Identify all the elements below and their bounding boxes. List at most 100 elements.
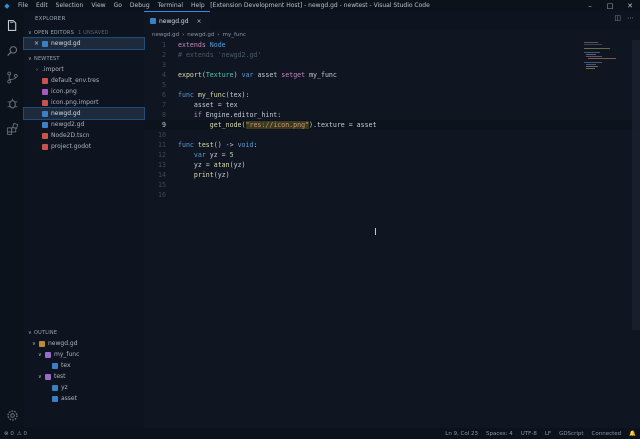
tree-item-icon-png-import[interactable]: icon.png.import [24,97,144,108]
tree-item-newgd[interactable]: newgd.gd [23,107,145,120]
menu-view[interactable]: View [87,2,109,9]
code-line: 1 extends Node [144,40,640,50]
bell-icon[interactable]: 🔔 [629,431,636,437]
outline-item-file[interactable]: ∨ newgd.gd [24,338,144,349]
minimize-icon[interactable]: – [580,0,600,11]
breadcrumb-item[interactable]: newgd.gd [152,32,179,38]
line-number: 15 [158,181,166,189]
code-line: 14 print(yz) [144,170,640,180]
tree-item-label: .import [42,66,64,73]
connection-status[interactable]: Connected [592,431,622,437]
outline-item-asset[interactable]: asset [24,393,144,404]
line-number: 11 [158,141,166,149]
tab-newgd[interactable]: newgd.gd × [144,11,210,30]
open-editor-item[interactable]: × newgd.gd [23,37,145,50]
variable-icon [52,362,58,369]
extensions-icon[interactable] [0,119,24,139]
outline-item-yz[interactable]: yz [24,382,144,393]
menu-edit[interactable]: Edit [32,2,52,9]
project-header[interactable]: ∨ NEWTEST [24,53,144,64]
outline-label: test [54,373,66,380]
outline-header[interactable]: ∨ OUTLINE [24,327,144,338]
close-icon[interactable]: × [34,40,42,47]
code-line: 2 # extends 'newgd2.gd' [144,50,640,60]
language-mode[interactable]: GDScript [559,431,583,437]
source-control-icon[interactable] [0,67,24,87]
tree-item-label: icon.png [51,88,77,95]
tab-label: newgd.gd [159,17,189,25]
chevron-right-icon: › [182,32,185,38]
vscode-icon: ◆ [4,1,10,10]
variable-icon [52,384,58,391]
line-number: 14 [158,171,166,179]
minimap[interactable] [584,42,624,72]
cursor-position[interactable]: Ln 9, Col 23 [445,431,478,437]
window-controls: – □ ✕ [580,0,640,11]
code-line: 8 if Engine.editor_hint: [144,110,640,120]
outline-label: tex [61,362,71,369]
search-icon[interactable] [0,41,24,61]
outline-item-tex[interactable]: tex [24,360,144,371]
tree-item-icon-png[interactable]: icon.png [24,86,144,97]
code-line: 15 [144,180,640,190]
gdscript-icon [42,110,48,117]
text-cursor-icon: I [374,227,377,238]
open-editors-title: OPEN EDITORS [34,29,74,36]
file-icon [42,99,48,106]
unsaved-count: 1 UNSAVED [77,29,109,36]
tree-item-project-godot[interactable]: project.godot [24,141,144,152]
code-line: 7 asset = tex [144,100,640,110]
vertical-scrollbar[interactable] [632,40,640,330]
menu-debug[interactable]: Debug [126,2,154,9]
code-line: 6 func my_func(tex): [144,90,640,100]
menu-selection[interactable]: Selection [52,2,88,9]
breadcrumb-item[interactable]: newgd.gd [187,32,214,38]
settings-gear-icon[interactable] [0,405,24,425]
method-icon [45,351,51,358]
line-number: 4 [162,71,166,79]
menu-bar: File Edit Selection View Go Debug Termin… [14,2,209,9]
encoding[interactable]: UTF-8 [521,431,537,437]
outline-item-my-func[interactable]: ∨ my_func [24,349,144,360]
chevron-down-icon: ∨ [38,373,42,380]
title-bar: ◆ File Edit Selection View Go Debug Term… [0,0,640,11]
errors-count[interactable]: ⊗ 0 [4,431,14,437]
file-icon [42,77,48,84]
code-line: 12 var yz = 5 [144,150,640,160]
outline-item-test[interactable]: ∨ test [24,371,144,382]
line-number: 10 [158,131,166,139]
outline-label: newgd.gd [48,340,78,347]
line-number: 3 [162,61,166,69]
indentation[interactable]: Spaces: 4 [486,431,513,437]
godot-icon [42,143,48,150]
tree-item-node2d[interactable]: Node2D.tscn [24,130,144,141]
editor-actions: ◫ ⋯ [614,14,634,22]
explorer-icon[interactable] [0,15,24,35]
debug-icon[interactable] [0,93,24,113]
file-symbol-icon [39,340,45,347]
more-actions-icon[interactable]: ⋯ [627,14,634,22]
open-editors-header[interactable]: ∨ OPEN EDITORS 1 UNSAVED [24,27,144,38]
outline-panel: ∨ OUTLINE ∨ newgd.gd ∨ my_func tex ∨ tes… [24,327,144,404]
tree-item-import[interactable]: › .import [24,64,144,75]
menu-file[interactable]: File [14,2,32,9]
menu-help[interactable]: Help [187,2,209,9]
code-line: 10 [144,130,640,140]
outline-label: my_func [54,351,80,358]
code-editor[interactable]: 1 extends Node 2 # extends 'newgd2.gd' 3… [144,40,640,428]
chevron-down-icon: ∨ [38,351,42,358]
tree-item-default-env[interactable]: default_env.tres [24,75,144,86]
code-line: 13 yz = atan(yz) [144,160,640,170]
menu-terminal[interactable]: Terminal [154,2,187,9]
warnings-count[interactable]: ⚠ 0 [17,431,27,437]
line-ending[interactable]: LF [545,431,551,437]
close-icon[interactable]: × [197,18,202,25]
breadcrumb-item[interactable]: my_func [223,32,246,38]
menu-go[interactable]: Go [110,2,126,9]
maximize-icon[interactable]: □ [600,0,620,11]
close-icon[interactable]: ✕ [620,0,640,11]
line-number: 7 [162,101,166,109]
tree-item-newgd2[interactable]: newgd2.gd [24,119,144,130]
gdscript-icon [42,121,48,128]
split-editor-icon[interactable]: ◫ [614,14,621,22]
